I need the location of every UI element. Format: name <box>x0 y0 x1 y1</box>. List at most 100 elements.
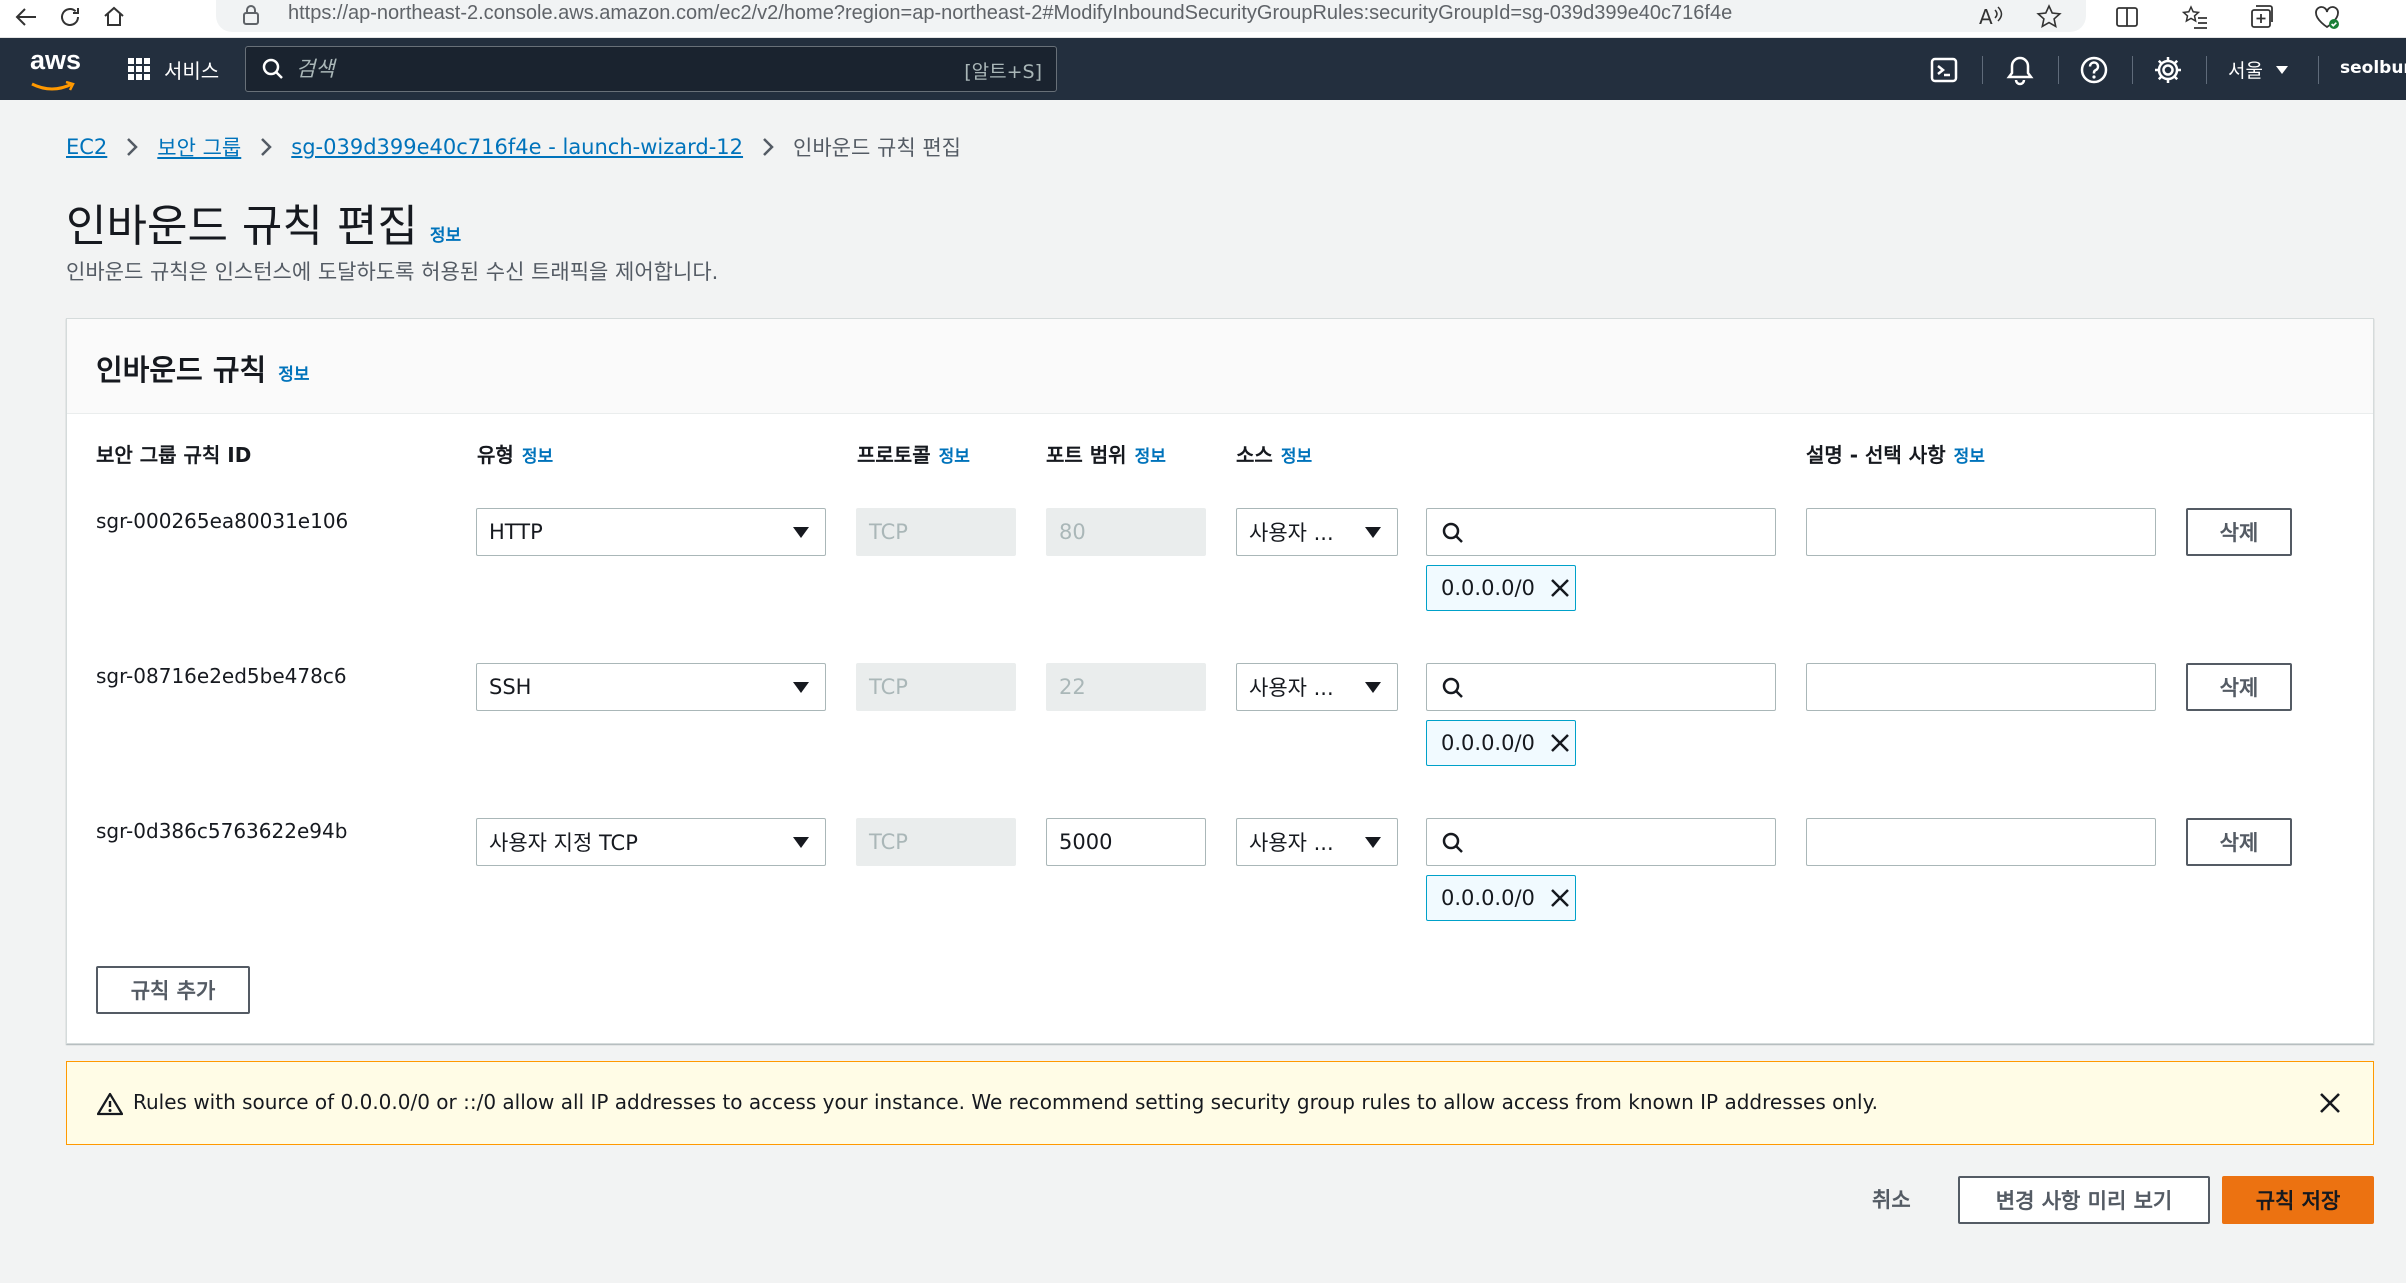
protocol-field: TCP <box>856 663 1016 711</box>
description-input[interactable] <box>1806 818 2156 866</box>
close-icon[interactable] <box>1549 577 1571 599</box>
source-cidr-search[interactable] <box>1426 508 1776 556</box>
global-search[interactable]: [알트+S] <box>245 46 1057 92</box>
warning-alert: Rules with source of 0.0.0.0/0 or ::/0 a… <box>66 1061 2374 1145</box>
port-range-field: 80 <box>1046 508 1206 556</box>
grid-icon <box>128 58 150 80</box>
account-menu[interactable]: seolbum <box>2340 58 2406 78</box>
source-cidr-token: 0.0.0.0/0 <box>1426 720 1576 766</box>
panel-title: 인바운드 규칙 정보 <box>96 353 310 387</box>
breadcrumb-security-groups[interactable]: 보안 그룹 <box>157 132 241 162</box>
source-cidr-token: 0.0.0.0/0 <box>1426 875 1576 921</box>
browser-essentials-icon[interactable] <box>2312 2 2342 32</box>
caret-down-icon <box>2275 65 2288 74</box>
aws-top-nav: aws 서비스 [알트+S] 서울 seolbum <box>0 38 2406 100</box>
address-bar[interactable]: https://ap-northeast-2.console.aws.amazo… <box>216 0 2086 32</box>
split-screen-icon[interactable] <box>2112 2 2142 32</box>
description-input[interactable] <box>1806 508 2156 556</box>
chevron-right-icon <box>261 138 273 156</box>
rule-id: sgr-08716e2ed5be478c6 <box>96 664 347 688</box>
column-header-rule-id: 보안 그룹 규칙 ID <box>96 443 252 467</box>
caret-down-icon <box>1365 682 1381 693</box>
source-cidr-search[interactable] <box>1426 818 1776 866</box>
source-type-select[interactable]: 사용자 ... <box>1236 663 1398 711</box>
delete-rule-button[interactable]: 삭제 <box>2186 818 2292 866</box>
warning-icon <box>97 1092 123 1116</box>
region-selector[interactable]: 서울 <box>2228 56 2289 83</box>
chevron-right-icon <box>763 138 774 156</box>
caret-down-icon <box>1365 527 1381 538</box>
close-icon[interactable] <box>1549 887 1571 909</box>
column-header-source: 소스 정보 <box>1236 443 1313 467</box>
column-header-description: 설명 - 선택 사항 정보 <box>1806 443 1985 467</box>
close-icon[interactable] <box>1549 732 1571 754</box>
notifications-bell-icon[interactable] <box>2004 54 2036 86</box>
column-header-protocol: 프로토콜 정보 <box>857 443 970 467</box>
search-icon <box>1442 522 1463 543</box>
delete-rule-button[interactable]: 삭제 <box>2186 663 2292 711</box>
lock-icon <box>243 5 259 25</box>
rule-type-select[interactable]: HTTP <box>476 508 826 556</box>
collections-icon[interactable] <box>2246 2 2276 32</box>
breadcrumb: EC2 보안 그룹 sg-039d399e40c716f4e - launch-… <box>66 132 961 162</box>
port-range-input[interactable] <box>1046 818 1206 866</box>
panel-header: 인바운드 규칙 정보 <box>67 319 2373 414</box>
breadcrumb-ec2[interactable]: EC2 <box>66 135 107 159</box>
rule-type-select[interactable]: SSH <box>476 663 826 711</box>
cancel-button[interactable]: 취소 <box>1872 1184 1911 1214</box>
source-type-select[interactable]: 사용자 ... <box>1236 818 1398 866</box>
protocol-field: TCP <box>856 508 1016 556</box>
add-rule-button[interactable]: 규칙 추가 <box>96 966 250 1014</box>
caret-down-icon <box>1365 837 1381 848</box>
read-aloud-icon[interactable]: A <box>1978 2 2004 32</box>
services-label: 서비스 <box>164 58 220 83</box>
close-icon[interactable] <box>2317 1090 2343 1116</box>
info-link[interactable]: 정보 <box>522 447 553 467</box>
rule-id: sgr-000265ea80031e106 <box>96 509 349 533</box>
home-icon[interactable] <box>96 2 132 32</box>
back-icon[interactable] <box>8 2 44 32</box>
info-link[interactable]: 정보 <box>1281 447 1312 467</box>
info-link[interactable]: 정보 <box>430 226 461 246</box>
svg-text:A: A <box>1979 5 1993 29</box>
caret-down-icon <box>793 837 809 848</box>
preview-changes-button[interactable]: 변경 사항 미리 보기 <box>1958 1176 2210 1224</box>
column-header-port-range: 포트 범위 정보 <box>1046 443 1166 467</box>
search-shortcut: [알트+S] <box>964 61 1042 83</box>
help-icon[interactable] <box>2078 54 2110 86</box>
warning-message: Rules with source of 0.0.0.0/0 or ::/0 a… <box>133 1090 1878 1114</box>
settings-gear-icon[interactable] <box>2152 54 2184 86</box>
page-subtitle: 인바운드 규칙은 인스턴스에 도달하도록 허용된 수신 트래픽을 제어합니다. <box>66 260 719 284</box>
column-header-type: 유형 정보 <box>477 443 554 467</box>
source-type-select[interactable]: 사용자 ... <box>1236 508 1398 556</box>
rule-type-select[interactable]: 사용자 지정 TCP <box>476 818 826 866</box>
delete-rule-button[interactable]: 삭제 <box>2186 508 2292 556</box>
browser-toolbar: https://ap-northeast-2.console.aws.amazo… <box>0 0 2406 38</box>
protocol-field: TCP <box>856 818 1016 866</box>
info-link[interactable]: 정보 <box>278 365 309 385</box>
favorite-star-icon[interactable] <box>2034 2 2064 32</box>
inbound-rules-panel: 인바운드 규칙 정보 보안 그룹 규칙 ID 유형 정보 프로토콜 정보 포트 범위 정… <box>66 318 2374 1044</box>
info-link[interactable]: 정보 <box>1954 447 1985 467</box>
search-icon <box>262 58 283 79</box>
source-cidr-search[interactable] <box>1426 663 1776 711</box>
search-icon <box>1442 677 1463 698</box>
caret-down-icon <box>793 682 809 693</box>
info-link[interactable]: 정보 <box>939 447 970 467</box>
search-input[interactable] <box>296 53 896 85</box>
description-input[interactable] <box>1806 663 2156 711</box>
aws-smile-icon <box>31 80 75 91</box>
cloudshell-icon[interactable] <box>1928 54 1960 86</box>
breadcrumb-security-group-id[interactable]: sg-039d399e40c716f4e - launch-wizard-12 <box>291 135 743 159</box>
aws-logo[interactable]: aws <box>30 46 82 91</box>
services-menu-button[interactable]: 서비스 <box>128 52 219 86</box>
info-link[interactable]: 정보 <box>1135 447 1166 467</box>
chevron-right-icon <box>127 138 139 156</box>
rule-id: sgr-0d386c5763622e94b <box>96 819 348 843</box>
source-cidr-token: 0.0.0.0/0 <box>1426 565 1576 611</box>
caret-down-icon <box>793 527 809 538</box>
favorites-list-icon[interactable] <box>2180 2 2210 32</box>
refresh-icon[interactable] <box>52 2 88 32</box>
port-range-field: 22 <box>1046 663 1206 711</box>
save-rules-button[interactable]: 규칙 저장 <box>2222 1176 2374 1224</box>
